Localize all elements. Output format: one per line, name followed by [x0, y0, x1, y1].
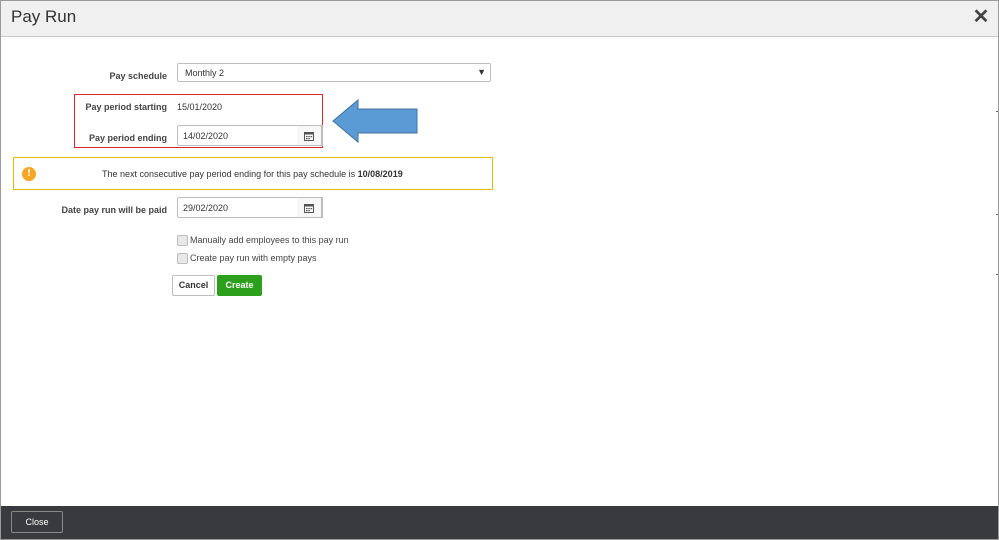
chevron-down-icon: ▼: [477, 67, 486, 77]
pay-run-dialog: Pay Run ✕ Pay schedule Monthly 2 ▼ Pay p…: [0, 0, 999, 540]
scroll-edge-mark: [996, 214, 998, 215]
pay-schedule-value: Monthly 2: [185, 68, 225, 78]
warning-message: The next consecutive pay period ending f…: [102, 169, 358, 179]
cancel-button[interactable]: Cancel: [172, 275, 215, 296]
date-paid-value: 29/02/2020: [183, 203, 229, 213]
scroll-edge-mark: [996, 274, 998, 275]
manual-add-employees-label[interactable]: Manually add employees to this pay run: [190, 235, 349, 245]
calendar-icon[interactable]: [297, 197, 322, 218]
warning-banner: ! The next consecutive pay period ending…: [13, 157, 493, 190]
pay-period-starting-label: Pay period starting: [85, 102, 167, 112]
dialog-footer: Close: [1, 506, 998, 539]
calendar-icon[interactable]: [297, 125, 322, 146]
warning-text: The next consecutive pay period ending f…: [102, 169, 403, 179]
pay-schedule-select[interactable]: Monthly 2 ▼: [177, 63, 491, 82]
manual-add-employees-checkbox[interactable]: [177, 235, 188, 246]
warning-date: 10/08/2019: [357, 169, 403, 179]
annotation-arrow-icon: [331, 98, 419, 149]
empty-pays-label[interactable]: Create pay run with empty pays: [190, 253, 317, 263]
date-paid-label: Date pay run will be paid: [61, 205, 167, 215]
pay-period-ending-value: 14/02/2020: [183, 131, 229, 141]
dialog-header: Pay Run ✕: [1, 1, 998, 37]
pay-period-starting-value: 15/01/2020: [177, 102, 223, 112]
pay-period-ending-label: Pay period ending: [88, 133, 167, 143]
pay-schedule-label: Pay schedule: [109, 71, 167, 81]
scroll-edge-mark: [996, 111, 998, 112]
warning-icon: !: [22, 167, 36, 181]
close-icon[interactable]: ✕: [970, 5, 992, 29]
dialog-title: Pay Run: [11, 7, 77, 26]
create-button[interactable]: Create: [217, 275, 262, 296]
close-button[interactable]: Close: [11, 511, 63, 533]
empty-pays-checkbox[interactable]: [177, 253, 188, 264]
